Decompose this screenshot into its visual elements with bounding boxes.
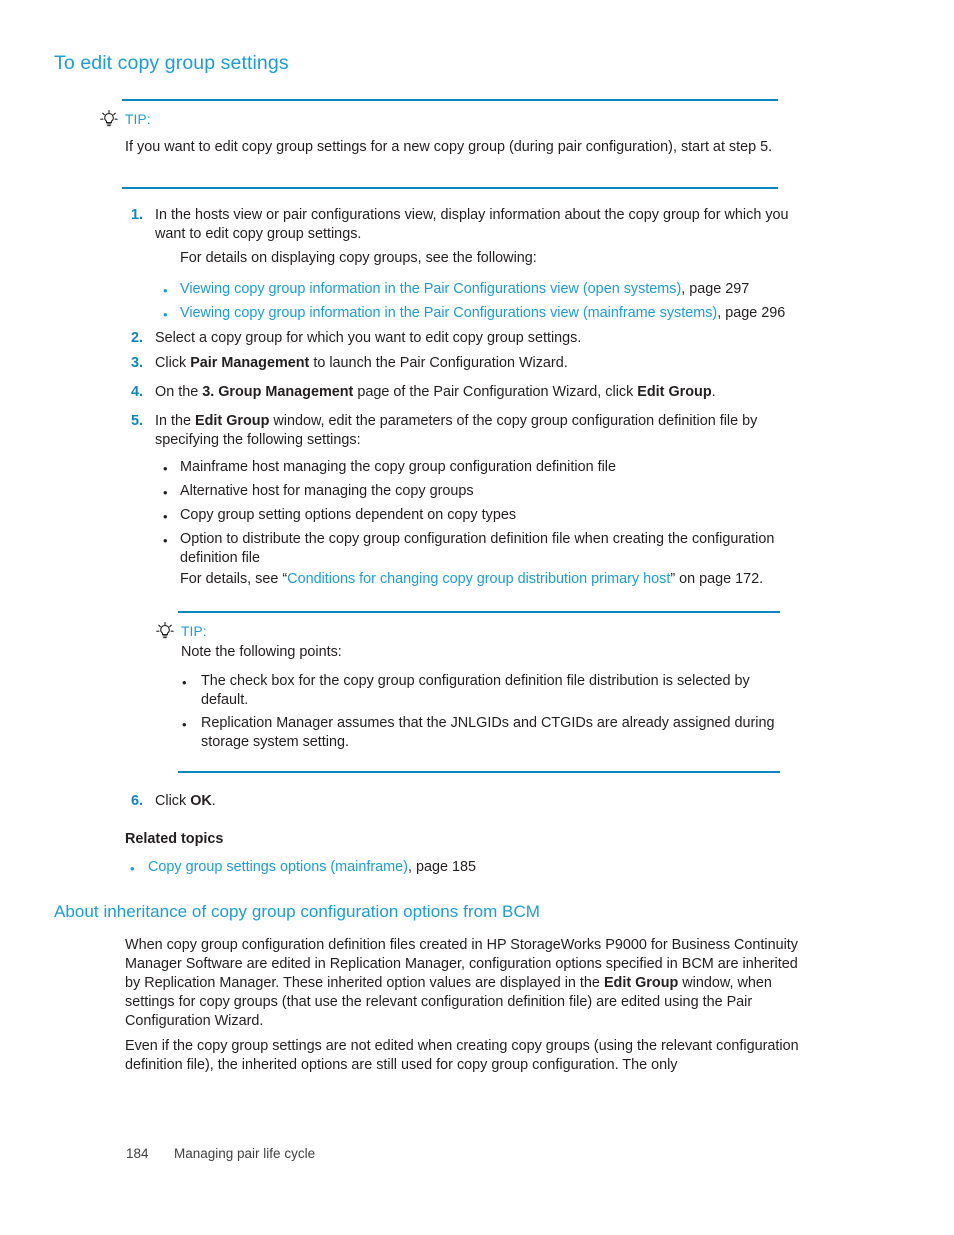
tip-bottom-rule	[122, 187, 778, 189]
footer-page-number: 184	[126, 1146, 149, 1161]
step-3-prefix: Click	[155, 355, 191, 371]
tip-label: TIP:	[125, 112, 151, 127]
step-5-bullet-2: Alternative host for managing the copy g…	[180, 483, 474, 499]
link-conditions-primary-host[interactable]: Conditions for changing copy group distr…	[287, 571, 670, 587]
link-page-ref: , page 296	[717, 305, 786, 321]
step-1-subparagraph: For details on displaying copy groups, s…	[180, 250, 537, 266]
link-viewing-mainframe-systems[interactable]: Viewing copy group information in the Pa…	[180, 305, 717, 321]
tip-text: If you want to edit copy group settings …	[125, 139, 773, 155]
section-heading-inheritance: About inheritance of copy group configur…	[54, 902, 540, 921]
step-4-middle: page of the Pair Configuration Wizard, c…	[353, 384, 638, 400]
bullet-glyph: •	[163, 283, 168, 298]
step-5-bullet-4: Option to distribute the copy group conf…	[180, 531, 775, 566]
related-topic-row: Copy group settings options (mainframe),…	[148, 858, 798, 877]
bullet-glyph: •	[163, 509, 168, 524]
step-4-suffix: .	[711, 384, 716, 400]
section-paragraph-1: When copy group configuration definition…	[125, 936, 803, 1031]
step-text-1: In the hosts view or pair configurations…	[155, 207, 789, 242]
step-number-6: 6.	[130, 793, 143, 809]
step-number-2: 2.	[130, 330, 143, 346]
bullet-glyph: •	[163, 485, 168, 500]
link-page-ref: , page 185	[407, 859, 476, 875]
step-text-3: Click Pair Management to launch the Pair…	[155, 354, 803, 373]
tip-top-rule	[178, 611, 780, 613]
bullet-glyph: •	[163, 533, 168, 548]
step-5-prefix: In the	[155, 413, 196, 429]
footer-chapter-title: Managing pair life cycle	[174, 1146, 316, 1161]
step-text-5: In the Edit Group window, edit the param…	[155, 412, 803, 450]
step-text-4: On the 3. Group Management page of the P…	[155, 383, 803, 402]
step-5-bold-term: Edit Group	[195, 413, 270, 429]
related-topics-heading: Related topics	[125, 831, 224, 847]
link-page-ref: , page 297	[681, 281, 750, 297]
paragraph-1-bold-term: Edit Group	[603, 975, 679, 991]
step-number-3: 3.	[130, 355, 143, 371]
tip-top-rule	[122, 99, 778, 101]
step-5-detail-line: For details, see “Conditions for changin…	[180, 570, 805, 589]
step-number-4: 4.	[130, 384, 143, 400]
lightbulb-icon	[100, 110, 118, 128]
bullet-glyph: •	[182, 717, 187, 732]
lightbulb-icon	[156, 622, 174, 640]
tip-intro-text: Note the following points:	[181, 644, 342, 660]
bullet-glyph: •	[182, 675, 187, 690]
detail-suffix: ” on page 172.	[670, 571, 764, 587]
step-3-suffix: to launch the Pair Configuration Wizard.	[309, 355, 568, 371]
link-copy-group-settings-options[interactable]: Copy group settings options (mainframe)	[148, 859, 408, 875]
document-page: To edit copy group settings TIP: If you …	[0, 0, 954, 1235]
step-text-6: Click OK.	[155, 792, 803, 811]
step-3-bold-term: Pair Management	[190, 355, 310, 371]
tip-bullet-1: The check box for the copy group configu…	[201, 673, 750, 708]
step-text-2: Select a copy group for which you want t…	[155, 330, 582, 346]
step-4-bold-term: 3. Group Management	[202, 384, 354, 400]
tip-bullet-2: Replication Manager assumes that the JNL…	[201, 715, 775, 750]
section-paragraph-2: Even if the copy group settings are not …	[125, 1038, 799, 1073]
cross-reference-link-row: Viewing copy group information in the Pa…	[180, 304, 805, 323]
bullet-glyph: •	[163, 307, 168, 322]
detail-prefix: For details, see “	[180, 571, 288, 587]
page-title: To edit copy group settings	[54, 52, 289, 74]
step-number-5: 5.	[130, 413, 143, 429]
tip-bottom-rule	[178, 771, 780, 773]
step-5-bullet-1: Mainframe host managing the copy group c…	[180, 459, 616, 475]
step-6-prefix: Click	[155, 793, 191, 809]
step-4-bold-term-2: Edit Group	[637, 384, 712, 400]
tip-label: TIP:	[181, 624, 207, 639]
step-4-prefix: On the	[155, 384, 203, 400]
cross-reference-link-row: Viewing copy group information in the Pa…	[180, 280, 805, 299]
step-5-bullet-3: Copy group setting options dependent on …	[180, 507, 517, 523]
step-number-1: 1.	[130, 207, 143, 223]
step-6-bold-term: OK	[190, 793, 212, 809]
bullet-glyph: •	[130, 861, 135, 876]
link-viewing-open-systems[interactable]: Viewing copy group information in the Pa…	[180, 281, 681, 297]
bullet-glyph: •	[163, 461, 168, 476]
step-6-suffix: .	[211, 793, 216, 809]
